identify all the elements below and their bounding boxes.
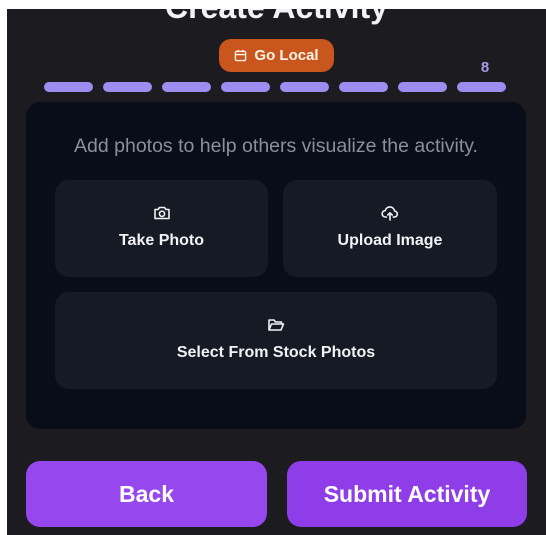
progress-segment <box>162 82 211 92</box>
photo-instructions: Add photos to help others visualize the … <box>74 135 478 157</box>
create-activity-screen: Create Activity Go Local 8 Add photos to… <box>7 9 546 535</box>
back-button[interactable]: Back <box>26 461 267 527</box>
progress-bar <box>44 82 509 92</box>
progress-segment <box>221 82 270 92</box>
take-photo-button[interactable]: Take Photo <box>55 180 268 277</box>
progress-segment <box>103 82 152 92</box>
progress-segment <box>280 82 329 92</box>
progress-segment <box>398 82 447 92</box>
step-number: 8 <box>480 59 490 76</box>
folder-open-icon <box>267 316 285 334</box>
take-photo-label: Take Photo <box>118 232 205 249</box>
upload-image-button[interactable]: Upload Image <box>283 180 497 277</box>
select-stock-photos-button[interactable]: Select From Stock Photos <box>55 292 497 389</box>
calendar-icon <box>234 49 247 62</box>
photo-options-card: Add photos to help others visualize the … <box>26 102 526 429</box>
upload-image-label: Upload Image <box>337 232 443 249</box>
go-local-badge: Go Local <box>219 39 334 72</box>
progress-segment <box>339 82 388 92</box>
submit-activity-button[interactable]: Submit Activity <box>287 461 527 527</box>
page-title: Create Activity <box>7 9 546 27</box>
cloud-upload-icon <box>381 204 399 222</box>
progress-segment <box>457 82 506 92</box>
camera-icon <box>153 204 171 222</box>
progress-segment <box>44 82 93 92</box>
select-stock-photos-label: Select From Stock Photos <box>176 344 376 361</box>
badge-label: Go Local <box>254 47 319 64</box>
